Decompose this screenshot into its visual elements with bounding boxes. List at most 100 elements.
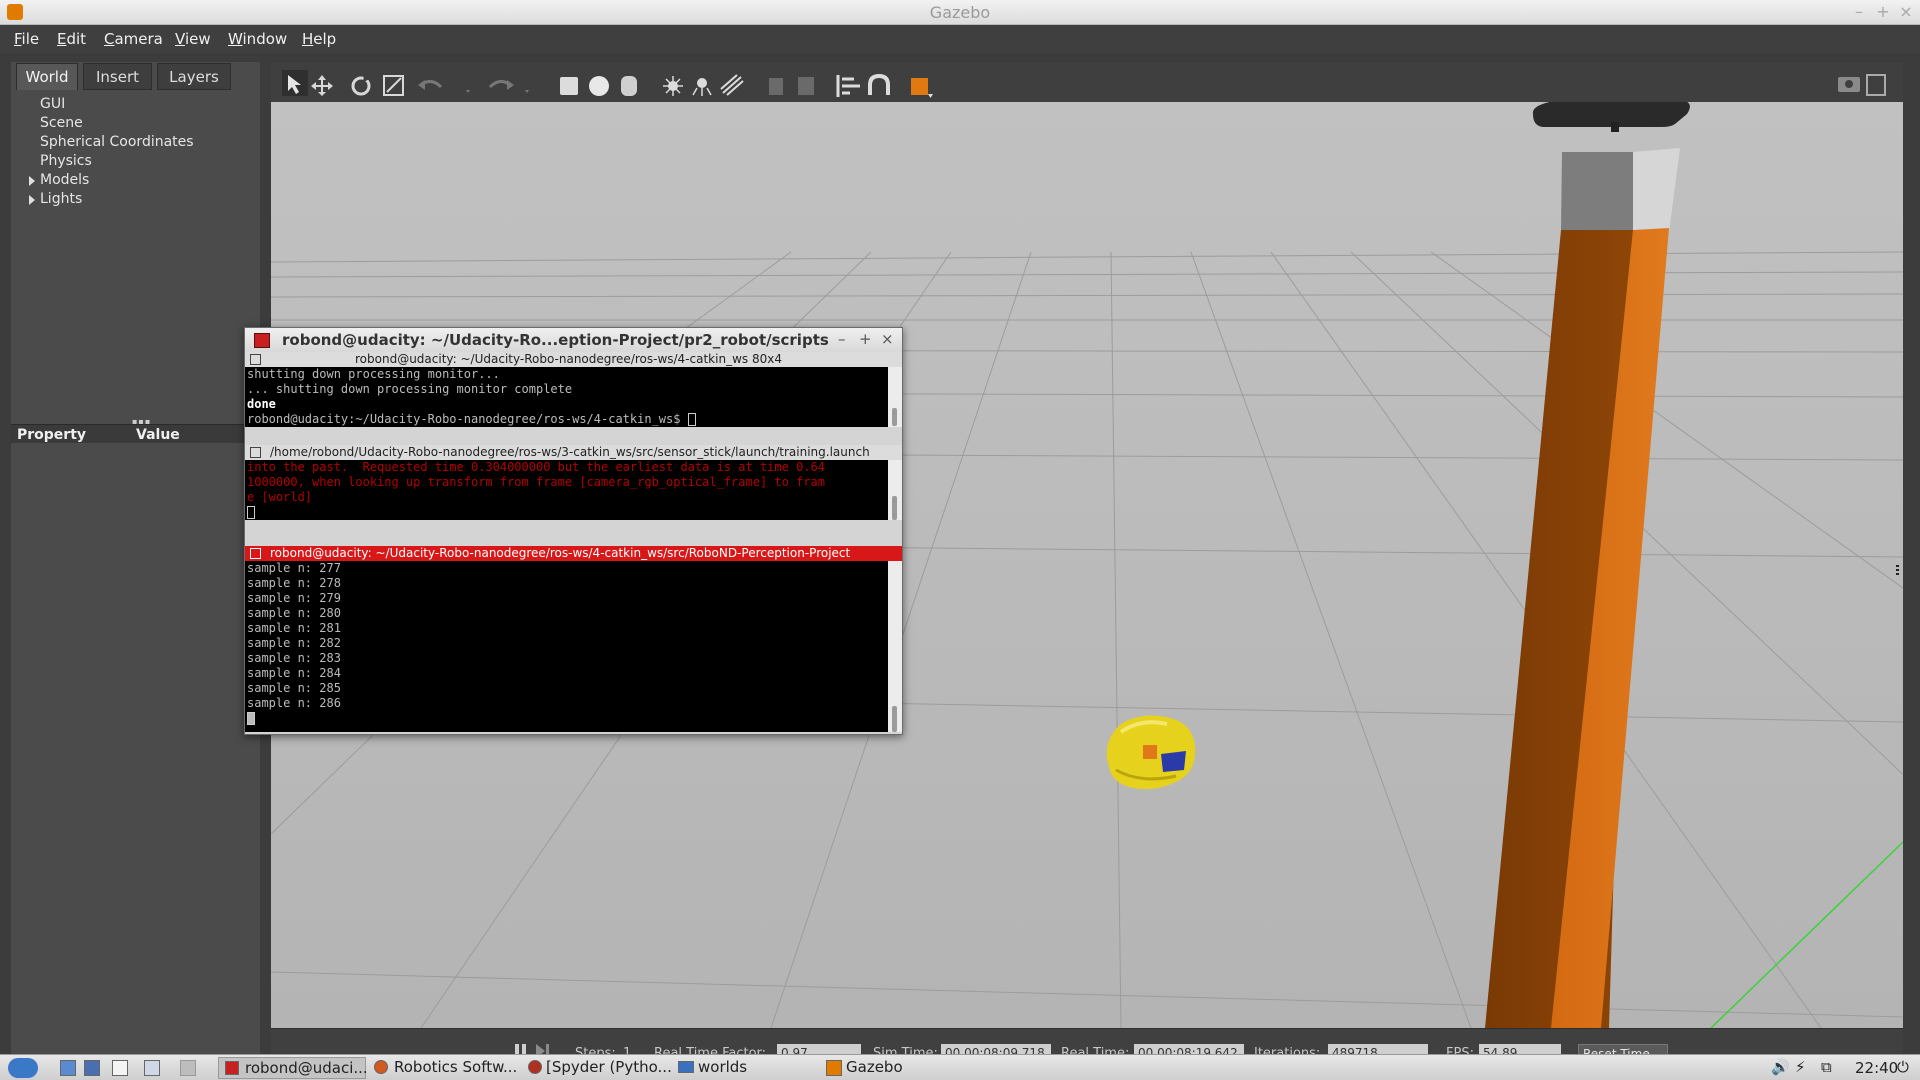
terminal-pane-title: /home/robond/Udacity-Robo-nanodegree/ros… xyxy=(270,445,870,459)
power-status-icon[interactable]: ⚡ xyxy=(1795,1058,1806,1076)
paste-icon xyxy=(798,77,814,95)
terminal-minimize-icon[interactable]: – xyxy=(838,330,846,348)
taskbar-task-gazebo[interactable]: Gazebo xyxy=(824,1057,972,1079)
terminal-title: robond@udacity: ~/Udacity-Ro...eption-Pr… xyxy=(282,331,829,349)
terminal-pane-title: robond@udacity: ~/Udacity-Robo-nanodegre… xyxy=(355,352,782,366)
menu-window[interactable]: Window xyxy=(228,30,287,48)
terminal-line: sample n: 285 xyxy=(247,681,341,695)
pane-grid-icon[interactable] xyxy=(250,548,261,559)
terminal-scrollbar[interactable] xyxy=(888,367,902,427)
property-column-label: Property xyxy=(17,427,87,443)
menu-file[interactable]: File xyxy=(14,30,39,48)
pane-grid-icon[interactable] xyxy=(250,354,261,365)
text-editor-icon[interactable] xyxy=(112,1060,128,1076)
target-object xyxy=(1106,715,1196,790)
tree-item-scene[interactable]: Scene xyxy=(40,115,83,131)
gazebo-icon xyxy=(826,1060,842,1076)
file-manager-icon[interactable] xyxy=(84,1060,100,1076)
toolbar-icons xyxy=(282,70,933,98)
tree-item-models[interactable]: Models xyxy=(29,172,89,188)
terminal-line: into the past. Requested time 0.30400000… xyxy=(247,460,825,474)
tab-layers[interactable]: Layers xyxy=(157,63,231,90)
terminal-line: sample n: 282 xyxy=(247,636,341,650)
terminal-cursor xyxy=(247,712,255,725)
property-table-header: Property Value xyxy=(11,424,260,443)
terminal-cursor-line xyxy=(247,505,888,520)
folder-icon xyxy=(678,1061,694,1073)
terminal-scrollbar[interactable] xyxy=(888,460,902,520)
close-icon[interactable]: × xyxy=(1896,2,1916,21)
terminal-line: 1000000, when looking up transform from … xyxy=(247,475,825,489)
maximize-icon[interactable]: + xyxy=(1873,2,1893,21)
workspace-switcher-icon[interactable] xyxy=(144,1060,160,1076)
tree-item-physics[interactable]: Physics xyxy=(40,153,92,169)
sphere-shape-icon xyxy=(589,76,609,96)
network-icon[interactable]: ⧉ xyxy=(1821,1058,1832,1076)
tree-item-spherical-coordinates[interactable]: Spherical Coordinates xyxy=(40,134,194,150)
copy-icon xyxy=(769,78,783,95)
box-shape-icon xyxy=(560,77,578,95)
log-icon xyxy=(1866,74,1886,96)
rgbd-camera xyxy=(1532,102,1690,132)
tab-insert[interactable]: Insert xyxy=(83,63,152,90)
taskbar: robond@udaci... Robotics Softw... [Spyde… xyxy=(0,1054,1920,1080)
menu-camera[interactable]: Camera xyxy=(104,30,163,48)
tab-world[interactable]: World xyxy=(16,63,78,90)
taskbar-task-browser[interactable]: Robotics Softw... xyxy=(370,1057,520,1079)
change-view-icon xyxy=(911,78,928,95)
terminal-titlebar[interactable]: robond@udacity: ~/Udacity-Ro...eption-Pr… xyxy=(245,328,902,352)
pole-top-left xyxy=(1561,152,1633,232)
shutdown-icon[interactable]: ⏻ xyxy=(1897,1058,1909,1076)
menu-bar: File Edit Camera View Window Help xyxy=(0,25,1920,53)
menu-edit[interactable]: Edit xyxy=(57,30,86,48)
terminal-line: sample n: 284 xyxy=(247,666,341,680)
align-icon xyxy=(836,75,860,97)
menu-view[interactable]: View xyxy=(175,30,211,48)
workspace-switcher-icon[interactable] xyxy=(180,1060,196,1076)
terminal-close-icon[interactable]: × xyxy=(881,330,894,348)
translate-mode-icon xyxy=(311,75,333,96)
cylinder-shape-icon xyxy=(621,76,637,96)
toolbar-right-icons xyxy=(1838,74,1886,96)
terminal-pane-title: robond@udacity: ~/Udacity-Robo-nanodegre… xyxy=(270,546,851,560)
terminal-pane-header-active[interactable]: robond@udacity: ~/Udacity-Robo-nanodegre… xyxy=(245,546,902,561)
terminal-app-icon xyxy=(254,333,270,348)
clock[interactable]: 22:40 xyxy=(1855,1059,1898,1077)
terminal-pane-header[interactable]: /home/robond/Udacity-Robo-nanodegree/ros… xyxy=(245,445,902,460)
terminal-cursor xyxy=(247,506,255,519)
simulation-status-bar: Steps: 1 Real Time Factor: 0.97 Sim Time… xyxy=(271,1028,1903,1062)
tree-item-gui[interactable]: GUI xyxy=(40,96,65,112)
terminal-pane-output[interactable]: into the past. Requested time 0.30400000… xyxy=(245,460,888,520)
terminal-cursor-line xyxy=(247,711,888,726)
terminal-line: done xyxy=(247,397,276,411)
left-panel xyxy=(11,62,260,1062)
terminal-line: sample n: 277 xyxy=(247,561,341,575)
value-column-label: Value xyxy=(136,427,180,443)
toolbar xyxy=(271,63,1903,102)
browser-icon xyxy=(374,1060,388,1074)
terminal-line: sample n: 283 xyxy=(247,651,341,665)
spyder-icon xyxy=(528,1060,542,1074)
expand-arrow-icon[interactable] xyxy=(29,176,35,186)
pole-top-right xyxy=(1633,148,1680,232)
start-menu-icon[interactable] xyxy=(8,1058,38,1078)
spot-light-icon xyxy=(697,78,707,88)
minimize-icon[interactable]: – xyxy=(1849,2,1869,21)
terminal-scrollbar[interactable] xyxy=(888,561,902,732)
terminal-maximize-icon[interactable]: + xyxy=(859,330,872,348)
taskbar-task-spyder[interactable]: [Spyder (Pytho... xyxy=(524,1057,672,1079)
terminal-pane-header[interactable]: robond@udacity: ~/Udacity-Robo-nanodegre… xyxy=(245,352,902,367)
terminal-line: ... shutting down processing monitor com… xyxy=(247,382,573,396)
show-desktop-icon[interactable] xyxy=(60,1060,76,1076)
terminal-window[interactable]: robond@udacity: ~/Udacity-Ro...eption-Pr… xyxy=(244,327,903,735)
expand-arrow-icon[interactable] xyxy=(29,195,35,205)
tree-item-lights[interactable]: Lights xyxy=(29,191,82,207)
pane-grid-icon[interactable] xyxy=(250,447,261,458)
volume-icon[interactable]: 🔊 xyxy=(1771,1058,1790,1076)
terminal-line: shutting down processing monitor... xyxy=(247,367,500,381)
terminal-pane-output[interactable]: sample n: 277 sample n: 278 sample n: 27… xyxy=(245,561,888,732)
taskbar-task-worlds[interactable]: worlds xyxy=(676,1057,820,1079)
terminal-pane-output[interactable]: shutting down processing monitor... ... … xyxy=(245,367,888,427)
menu-help[interactable]: Help xyxy=(302,30,336,48)
taskbar-task-terminal[interactable]: robond@udaci... xyxy=(218,1057,368,1079)
